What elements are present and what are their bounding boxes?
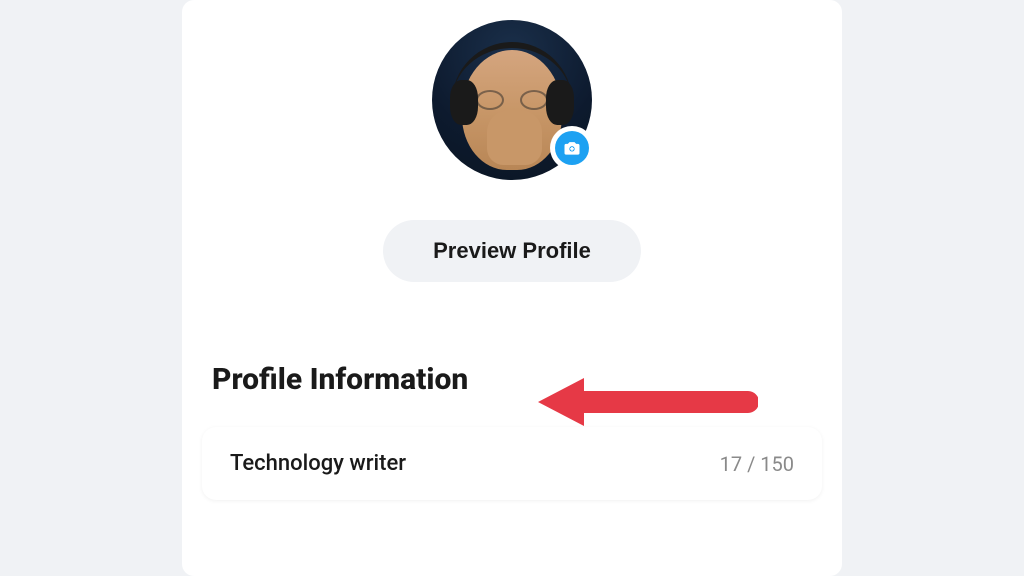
avatar-detail: [450, 80, 478, 125]
bio-char-counter: 17 / 150: [720, 452, 794, 476]
avatar-detail: [487, 110, 542, 165]
bio-value: Technology writer: [230, 451, 406, 476]
avatar-detail: [520, 90, 548, 110]
preview-profile-button[interactable]: Preview Profile: [383, 220, 641, 282]
avatar-detail: [476, 90, 504, 110]
change-photo-button[interactable]: [550, 126, 594, 170]
bio-field[interactable]: Technology writer 17 / 150: [202, 427, 822, 500]
section-heading: Profile Information: [182, 362, 842, 427]
avatar-wrapper: [432, 20, 592, 180]
profile-card: Preview Profile Profile Information Tech…: [182, 0, 842, 576]
avatar-detail: [546, 80, 574, 125]
camera-add-icon: [555, 131, 589, 165]
